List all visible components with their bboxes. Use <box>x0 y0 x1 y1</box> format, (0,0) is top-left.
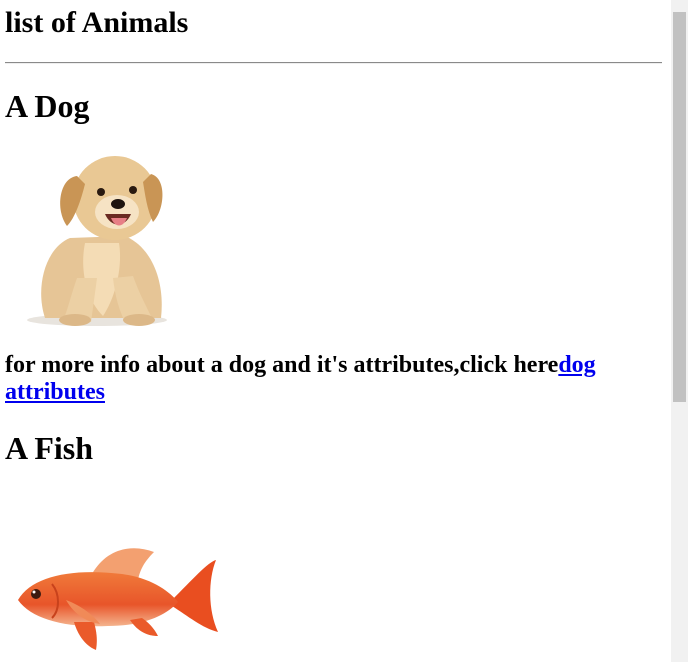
dog-info-paragraph: for more info about a dog and it's attri… <box>5 352 655 406</box>
horizontal-divider <box>5 62 662 64</box>
fish-pelvic-fin <box>74 622 97 650</box>
dog-info-text: for more info about a dog and it's attri… <box>5 352 559 378</box>
page-title: list of Animals <box>5 6 189 39</box>
dog-image <box>27 156 167 326</box>
fish-anal-fin <box>130 618 158 636</box>
dog-left-eye <box>97 188 105 196</box>
fish-heading: A Fish <box>5 430 94 466</box>
fish-tail <box>172 560 218 632</box>
fish-image <box>18 548 218 650</box>
dog-right-paw <box>123 314 155 326</box>
scrollbar-thumb[interactable] <box>673 12 686 402</box>
dog-right-eye <box>129 186 137 194</box>
page-content: list of Animals A Dog for more info abou… <box>0 0 671 662</box>
dog-left-paw <box>59 314 91 326</box>
dog-heading: A Dog <box>5 88 90 124</box>
fish-eye <box>31 589 41 599</box>
fish-body <box>18 572 178 627</box>
vertical-scrollbar[interactable] <box>671 0 688 662</box>
fish-eye-highlight <box>32 590 36 594</box>
dog-nose <box>111 199 125 209</box>
